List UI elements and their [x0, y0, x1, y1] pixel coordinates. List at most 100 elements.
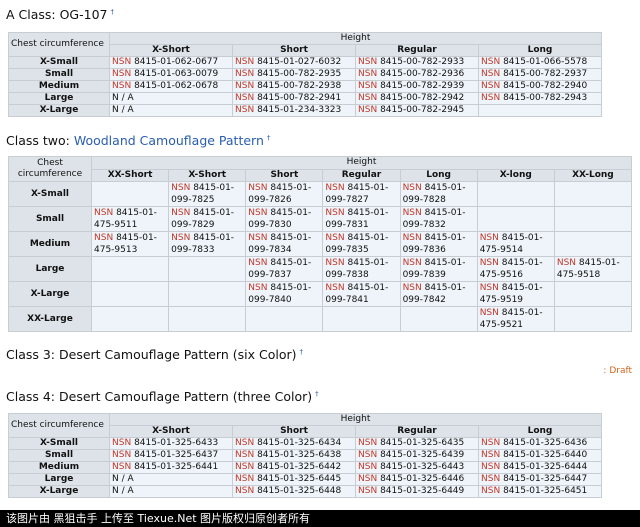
nsn-prefix: NSN: [112, 438, 132, 449]
nsn-prefix: NSN: [235, 438, 255, 449]
size-label: X-Small: [8, 181, 92, 207]
size-label: Medium: [8, 461, 110, 474]
column-header: Short: [232, 44, 356, 57]
column-header: XX-Long: [553, 168, 633, 182]
table-row: X-Large N / A NSN 8415-01-234-3323 NSN 8415…: [8, 104, 602, 117]
nsn-prefix: NSN: [481, 486, 501, 497]
nsn-cell: NSN 8415-01-475-9519: [476, 281, 555, 307]
nsn-prefix: NSN: [358, 462, 378, 473]
size-label: Small: [8, 449, 110, 462]
nsn-number: 8415-01-325-6437: [134, 450, 219, 461]
nsn-prefix: NSN: [481, 450, 501, 461]
section4-title: Class 4: Desert Camouflage Pattern (thre…: [6, 389, 313, 404]
nsn-cell: NSN 8415-01-325-6449: [355, 485, 479, 498]
nsn-prefix: NSN: [235, 105, 255, 116]
nsn-cell: NSN 8415-01-027-6032: [232, 56, 356, 69]
nsn-number: 8415-01-066-5578: [503, 57, 588, 68]
nsn-cell: NSN 8415-01-099-7834: [245, 231, 324, 257]
nsn-number: 8415-01-063-0079: [134, 69, 219, 80]
column-header-row: XX-Short X-Short Short Regular Long X-long XX-…: [9, 168, 633, 182]
nsn-cell: NSN 8415-00-782-2939: [355, 80, 479, 93]
nsn-cell: [476, 206, 555, 232]
edit-link[interactable]: †: [267, 134, 271, 142]
nsn-cell: [553, 231, 633, 257]
nsn-cell: NSN 8415-01-063-0079: [109, 68, 233, 81]
nsn-cell: NSN 8415-00-782-2936: [355, 68, 479, 81]
nsn-cell: NSN 8415-01-325-6441: [109, 461, 233, 474]
nsn-number: 8415-01-325-6434: [257, 438, 342, 449]
nsn-cell: [478, 104, 602, 117]
nsn-prefix: NSN: [235, 81, 255, 92]
nsn-prefix: NSN: [171, 233, 191, 243]
nsn-cell: NSN 8415-01-475-9511: [90, 206, 170, 232]
nsn-cell: NSN 8415-01-099-7836: [399, 231, 478, 257]
table-row: Large N / A NSN 8415-01-325-6445 NSN 8415-0…: [8, 473, 602, 486]
woodland-size-table: Chest circumference Height XX-Short X-Short…: [8, 156, 633, 332]
table-row: Small NSN 8415-01-063-0079 NSN 8415-00-782…: [8, 68, 602, 81]
nsn-cell: [245, 306, 324, 332]
nsn-prefix: NSN: [248, 208, 268, 218]
nsn-cell: NSN 8415-01-325-6443: [355, 461, 479, 474]
na-value: N / A: [112, 105, 134, 116]
nsn-cell: NSN 8415-01-234-3323: [232, 104, 356, 117]
nsn-number: 8415-01-325-6448: [257, 486, 342, 497]
table-row: Large NSN 8415-01-099-7837 NSN 8415-01-099…: [8, 256, 633, 282]
column-header: X-Short: [109, 425, 233, 438]
nsn-prefix: NSN: [325, 258, 345, 268]
nsn-prefix: NSN: [171, 183, 191, 193]
nsn-cell: NSN 8415-01-325-6434: [232, 437, 356, 450]
nsn-number: 8415-01-325-6439: [380, 450, 465, 461]
nsn-cell: NSN 8415-01-475-9518: [553, 256, 633, 282]
nsn-number: 8415-01-325-6442: [257, 462, 342, 473]
edit-link[interactable]: †: [111, 8, 115, 16]
nsn-cell: NSN 8415-01-099-7838: [322, 256, 401, 282]
column-header: Short: [245, 168, 324, 182]
nsn-prefix: NSN: [402, 183, 422, 193]
na-value: N / A: [112, 486, 134, 497]
nsn-cell: NSN 8415-01-325-6436: [478, 437, 602, 450]
nsn-prefix: NSN: [402, 208, 422, 218]
column-header: Short: [232, 425, 356, 438]
woodland-link[interactable]: Woodland Camouflage Pattern: [74, 133, 264, 148]
column-header: Long: [399, 168, 478, 182]
nsn-cell: [90, 181, 170, 207]
section2-heading: Class two: Woodland Camouflage Pattern †: [6, 133, 270, 148]
nsn-cell: NSN 8415-01-325-6433: [109, 437, 233, 450]
nsn-number: 8415-00-782-2940: [503, 81, 588, 92]
nsn-prefix: NSN: [358, 57, 378, 68]
nsn-prefix: NSN: [235, 462, 255, 473]
nsn-number: 8415-01-325-6451: [503, 486, 588, 497]
nsn-prefix: NSN: [112, 69, 132, 80]
nsn-cell: [399, 306, 478, 332]
table-row: X-Large NSN 8415-01-099-7840 NSN 8415-01-0…: [8, 281, 633, 307]
nsn-cell: NSN 8415-00-782-2945: [355, 104, 479, 117]
nsn-prefix: NSN: [358, 450, 378, 461]
nsn-number: 8415-01-325-6449: [380, 486, 465, 497]
nsn-number: 8415-00-782-2942: [380, 93, 465, 104]
nsn-cell: NSN 8415-01-062-0677: [109, 56, 233, 69]
nsn-cell: NSN 8415-01-099-7835: [322, 231, 401, 257]
nsn-prefix: NSN: [358, 105, 378, 116]
nsn-prefix: NSN: [556, 258, 577, 268]
nsn-cell: NSN 8415-00-782-2935: [232, 68, 356, 81]
nsn-prefix: NSN: [402, 283, 422, 293]
size-label: Medium: [8, 80, 110, 93]
nsn-cell: N / A: [109, 473, 233, 486]
table-row: Medium NSN 8415-01-475-9513 NSN 8415-01-09…: [8, 231, 633, 257]
table-row: XX-Large NSN 8415-01-475-9521: [8, 306, 633, 332]
nsn-cell: NSN 8415-01-099-7837: [245, 256, 324, 282]
nsn-cell: NSN 8415-00-782-2940: [478, 80, 602, 93]
edit-link[interactable]: †: [300, 348, 304, 356]
column-header: Regular: [355, 44, 479, 57]
size-label: X-Large: [8, 485, 110, 498]
nsn-cell: NSN 8415-01-475-9516: [476, 256, 555, 282]
column-header: Long: [478, 44, 602, 57]
nsn-cell: NSN 8415-00-782-2933: [355, 56, 479, 69]
edit-link[interactable]: †: [315, 390, 319, 398]
nsn-number: 8415-01-062-0677: [134, 57, 219, 68]
nsn-cell: NSN 8415-00-782-2943: [478, 92, 602, 105]
nsn-cell: NSN 8415-01-099-7840: [245, 281, 324, 307]
nsn-cell: NSN 8415-01-475-9514: [476, 231, 555, 257]
nsn-number: 8415-01-325-6438: [257, 450, 342, 461]
nsn-cell: NSN 8415-01-099-7828: [399, 181, 478, 207]
